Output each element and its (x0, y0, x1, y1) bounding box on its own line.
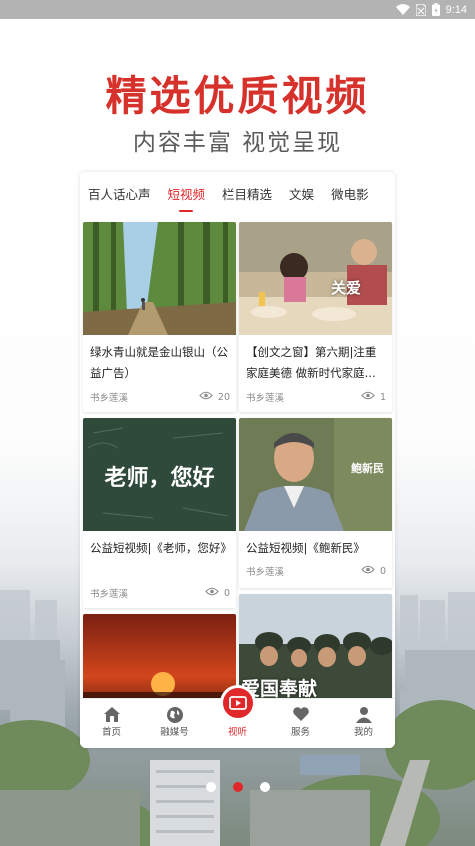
tab-micro-film[interactable]: 微电影 (331, 172, 369, 218)
video-title: 公益短视频|《鲍新民》 (246, 541, 365, 555)
video-icon (219, 685, 256, 721)
category-tabs: 百人话心声 短视频 栏目精选 文娱 微电影 (80, 172, 395, 218)
thumbnail-caption: 老师，您好 (104, 466, 215, 491)
nav-audio-video[interactable]: 视听 (206, 685, 269, 748)
video-meta: 书乡莲溪 1 (246, 390, 386, 405)
video-thumbnail (83, 614, 236, 704)
view-count: 0 (205, 587, 230, 599)
video-thumbnail (83, 222, 236, 335)
tab-entertainment[interactable]: 文娱 (289, 172, 314, 218)
video-meta: 书乡莲溪 0 (90, 586, 230, 601)
page-dot[interactable] (205, 782, 216, 792)
tab-featured-columns[interactable]: 栏目精选 (222, 172, 272, 218)
video-source: 书乡莲溪 (90, 393, 129, 404)
video-title: 绿水青山就是金山银山（公益广告） (90, 345, 228, 380)
video-source: 书乡莲溪 (90, 589, 129, 600)
nav-home[interactable]: 首页 (80, 699, 143, 748)
video-thumbnail: 关爱 (239, 222, 392, 335)
video-thumbnail: 爱国奉献 (239, 594, 392, 704)
nav-services[interactable]: 服务 (269, 699, 332, 748)
promo-headline: 精选优质视频 (105, 72, 370, 120)
status-bar: 9:14 (0, 0, 475, 19)
video-title: 【创文之窗】第六期|注重家庭美德 做新时代家庭... (246, 345, 377, 380)
eye-icon (361, 391, 375, 403)
video-card[interactable] (83, 614, 236, 704)
tab-short-video[interactable]: 短视频 (168, 172, 205, 218)
video-source: 书乡莲溪 (246, 393, 285, 404)
page-dot-active[interactable] (232, 782, 243, 792)
thumbnail-caption: 鲍新民 (351, 462, 384, 475)
page-dot[interactable] (259, 782, 270, 792)
video-card[interactable]: 鲍新民 公益短视频|《鲍新民》 书乡莲溪 0 (239, 418, 392, 588)
video-meta: 书乡莲溪 20 (90, 390, 230, 405)
view-count: 20 (199, 391, 230, 403)
video-thumbnail: 鲍新民 (239, 418, 392, 531)
video-title: 公益短视频|《老师，您好》 (90, 541, 232, 555)
view-count: 1 (361, 391, 386, 403)
battery-icon (431, 3, 440, 16)
app-preview-card: 百人话心声 短视频 栏目精选 文娱 微电影 绿水青山就是金山银山（公益广告） 书… (80, 172, 395, 748)
video-card[interactable]: 绿水青山就是金山银山（公益广告） 书乡莲溪 20 (83, 222, 236, 412)
video-meta: 书乡莲溪 0 (246, 564, 386, 579)
wifi-icon (395, 4, 410, 15)
globe-icon (166, 706, 184, 727)
nav-mine[interactable]: 我的 (332, 699, 395, 748)
heart-icon (292, 706, 310, 725)
person-icon (355, 706, 373, 727)
video-card[interactable]: 爱国奉献 (239, 594, 392, 704)
eye-icon (361, 565, 375, 577)
nav-media-account[interactable]: 融媒号 (143, 699, 206, 748)
video-card[interactable]: 老师，您好 公益短视频|《老师，您好》 书乡莲溪 0 (83, 418, 236, 608)
promo-subheadline: 内容丰富 视觉呈现 (132, 130, 343, 156)
clock: 9:14 (445, 3, 467, 16)
video-card[interactable]: 关爱 【创文之窗】第六期|注重家庭美德 做新时代家庭... 书乡莲溪 1 (239, 222, 392, 412)
page-indicator (0, 782, 475, 794)
video-source: 书乡莲溪 (246, 567, 285, 578)
eye-icon (199, 391, 213, 403)
tab-bairen-huaxinsheng[interactable]: 百人话心声 (88, 172, 151, 218)
eye-icon (205, 587, 219, 599)
view-count: 0 (361, 565, 386, 577)
thumbnail-caption: 关爱 (331, 279, 362, 297)
home-icon (103, 706, 121, 726)
video-thumbnail: 老师，您好 (83, 418, 236, 531)
bottom-navigation: 首页 融媒号 视听 服务 我的 (80, 685, 395, 748)
no-sim-icon (415, 3, 426, 16)
